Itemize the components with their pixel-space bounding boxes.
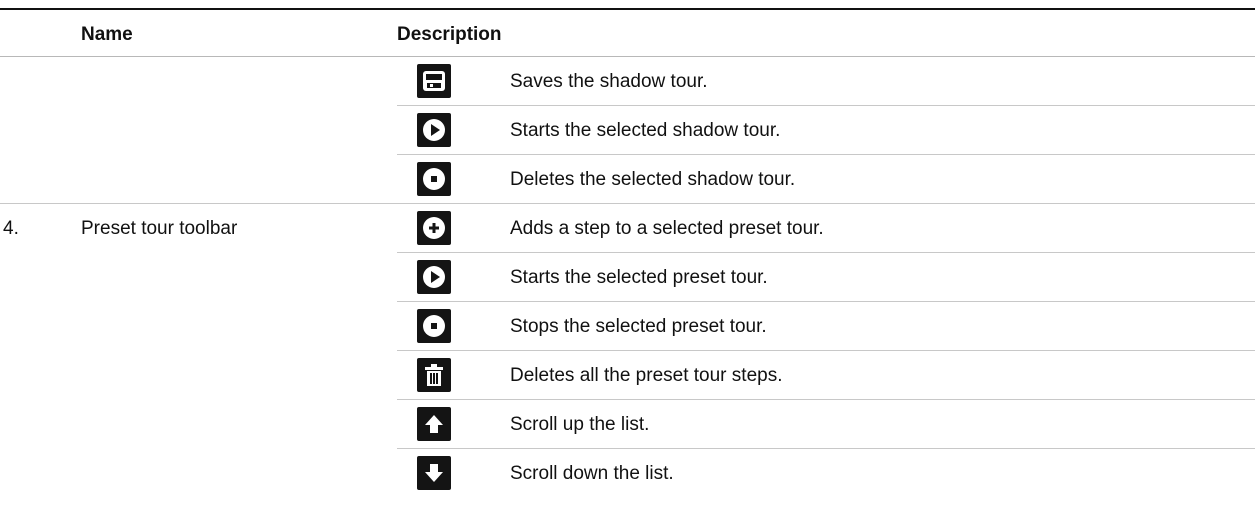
description-table: Name Description Saves the shadow tour. …: [0, 0, 1255, 522]
row-description: Saves the shadow tour.: [510, 71, 708, 92]
play-icon: [417, 113, 451, 147]
row-description: Scroll down the list.: [510, 463, 674, 484]
trash-icon: [417, 358, 451, 392]
row-description: Deletes the selected shadow tour.: [510, 169, 796, 190]
table-row: Starts the selected shadow tour.: [0, 106, 1255, 155]
table-row: Scroll up the list.: [0, 400, 1255, 449]
table-row: 4. Preset tour toolbar Adds a step to a …: [0, 204, 1255, 253]
table-row: Deletes all the preset tour steps.: [0, 351, 1255, 400]
play-icon: [417, 260, 451, 294]
stop-icon: [417, 162, 451, 196]
table-row: Scroll down the list.: [0, 449, 1255, 498]
item-number: 4.: [3, 218, 19, 239]
row-description: Starts the selected shadow tour.: [510, 120, 781, 141]
table-row: Stops the selected preset tour.: [0, 302, 1255, 351]
arrow-down-icon: [417, 456, 451, 490]
column-header-name: Name: [81, 24, 133, 45]
table-row: Starts the selected preset tour.: [0, 253, 1255, 302]
row-description: Starts the selected preset tour.: [510, 267, 768, 288]
arrow-up-icon: [417, 407, 451, 441]
row-description: Stops the selected preset tour.: [510, 316, 767, 337]
row-description: Scroll up the list.: [510, 414, 650, 435]
row-description: Deletes all the preset tour steps.: [510, 365, 783, 386]
table-row: Deletes the selected shadow tour.: [0, 155, 1255, 204]
add-step-icon: [417, 211, 451, 245]
table-row: Saves the shadow tour.: [0, 57, 1255, 106]
table-header: Name Description: [0, 10, 1255, 57]
column-header-description: Description: [397, 24, 502, 45]
row-description: Adds a step to a selected preset tour.: [510, 218, 824, 239]
stop-icon: [417, 309, 451, 343]
save-icon: [417, 64, 451, 98]
item-name: Preset tour toolbar: [81, 218, 238, 239]
